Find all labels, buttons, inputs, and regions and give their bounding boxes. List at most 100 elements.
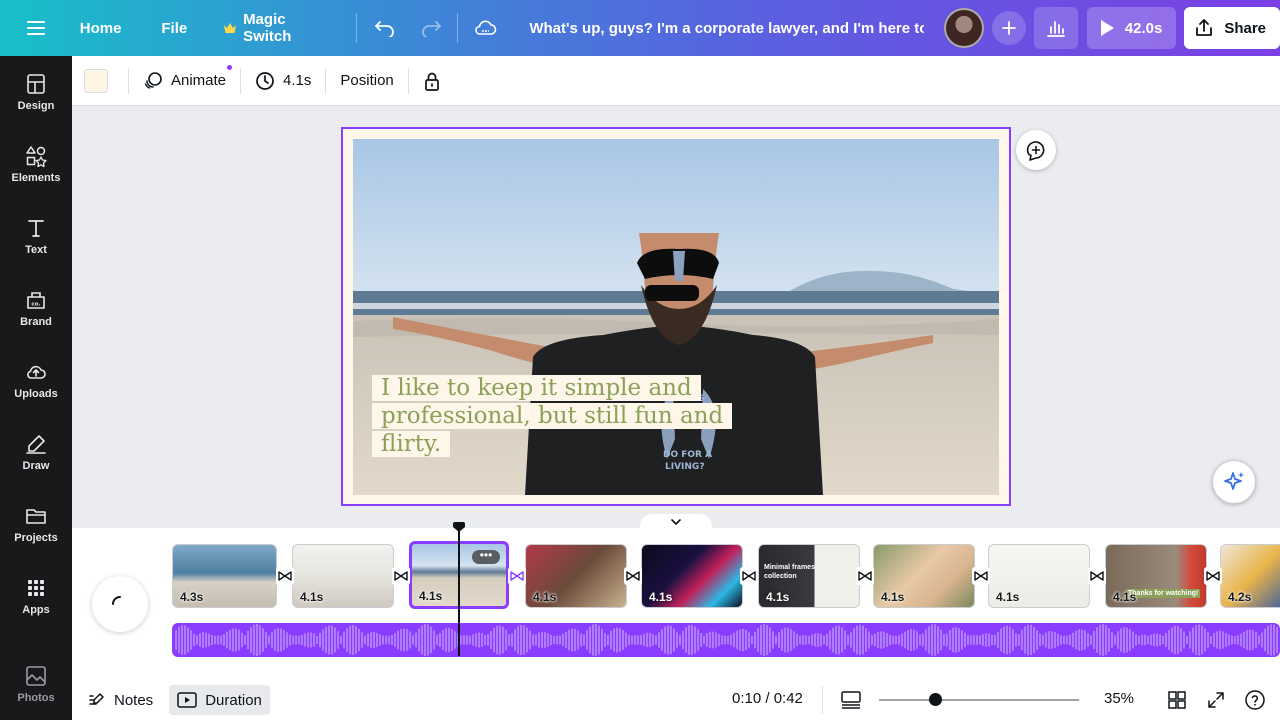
transition-icon[interactable] (624, 567, 642, 585)
timeline-clip[interactable]: 4.1s (988, 544, 1090, 608)
sidebar-item-photos[interactable]: Photos (0, 652, 72, 716)
insights-button[interactable] (1033, 7, 1078, 49)
sidebar-item-elements[interactable]: Elements (0, 132, 72, 196)
apps-grid-icon (28, 580, 44, 596)
divider (128, 67, 129, 94)
notes-pen-icon (89, 693, 104, 705)
duration-toggle-button[interactable]: Duration (169, 685, 270, 715)
avatar[interactable] (944, 8, 985, 48)
sidebar-item-text[interactable]: Text (0, 204, 72, 268)
sidebar-item-projects[interactable]: Projects (0, 492, 72, 556)
clip-duration: 4.2s (1228, 590, 1252, 604)
menu-icon[interactable] (0, 0, 72, 56)
timeline-clip[interactable]: 4.1s (873, 544, 975, 608)
transition-icon[interactable] (1204, 567, 1222, 585)
divider (240, 67, 242, 94)
timeline-clip[interactable]: 4.3s (172, 544, 277, 608)
grid-view-icon[interactable] (1167, 690, 1187, 715)
animate-button[interactable]: Animate (135, 63, 234, 99)
transition-icon[interactable] (276, 567, 294, 585)
chevron-down-icon (671, 519, 681, 525)
sidebar-item-brand[interactable]: co. Brand (0, 276, 72, 340)
play-icon (1100, 20, 1114, 36)
transition-icon[interactable] (740, 567, 758, 585)
duration-toggle-label: Duration (205, 691, 262, 709)
sparkle-icon (1224, 472, 1244, 490)
timeline-clip[interactable]: Thanks for watching! 4.1s (1105, 544, 1207, 608)
page-view-icon[interactable] (840, 690, 862, 715)
context-toolbar: Animate 4.1s Position (72, 56, 1280, 106)
clip-duration: 4.1s (419, 589, 443, 603)
left-sidebar: Design Elements Text co. Brand Uploads D… (0, 56, 72, 720)
transition-icon[interactable] (972, 567, 990, 585)
spinner-icon (112, 596, 121, 605)
timeline-clip[interactable]: 4.1s (525, 544, 627, 608)
file-menu-button[interactable]: File (161, 20, 187, 37)
new-indicator-dot (227, 64, 233, 70)
undo-icon[interactable] (367, 10, 403, 46)
transition-icon[interactable] (508, 567, 526, 585)
home-button[interactable]: Home (80, 20, 122, 37)
sidebar-item-uploads[interactable]: Uploads (0, 348, 72, 412)
pen-icon (26, 435, 46, 454)
sidebar-item-label: Design (17, 100, 55, 112)
transition-icon[interactable] (392, 567, 410, 585)
divider (355, 13, 357, 43)
sidebar-item-label: Projects (14, 532, 58, 544)
position-button[interactable]: Position (332, 63, 401, 99)
shapes-icon (26, 146, 47, 168)
timeline-clip[interactable]: 4.1s (641, 544, 743, 608)
svg-text:LIVING?: LIVING? (665, 462, 705, 472)
clip-more-options-icon[interactable]: ••• (472, 549, 500, 564)
help-icon[interactable] (1244, 689, 1266, 716)
transition-icon[interactable] (856, 567, 874, 585)
zoom-level[interactable]: 35% (1104, 690, 1134, 707)
image-icon (26, 666, 46, 686)
magic-switch-button[interactable]: Magic Switch (223, 11, 338, 45)
sidebar-item-label: Uploads (14, 388, 58, 400)
timeline-clip[interactable]: 4.1s (292, 544, 394, 608)
clip-duration: 4.1s (766, 590, 790, 604)
sidebar-item-label: Text (25, 244, 47, 256)
transition-icon[interactable] (1088, 567, 1106, 585)
sidebar-item-draw[interactable]: Draw (0, 420, 72, 484)
divider (325, 67, 327, 94)
audio-track[interactable] (172, 623, 1280, 657)
playhead[interactable] (458, 528, 460, 656)
share-button[interactable]: Share (1184, 7, 1280, 49)
play-button[interactable]: 42.0s (1086, 7, 1177, 49)
background-color-swatch[interactable] (84, 68, 108, 93)
zoom-slider-handle[interactable] (928, 693, 942, 706)
clip-duration: 4.1s (300, 590, 324, 604)
svg-text:co.: co. (31, 302, 40, 308)
brand-icon: co. (27, 292, 45, 309)
add-collaborator-button[interactable] (992, 11, 1026, 45)
document-title[interactable]: What's up, guys? I'm a corporate lawyer,… (529, 20, 924, 37)
notes-button[interactable]: Notes (80, 685, 161, 715)
sidebar-item-label: Photos (17, 692, 55, 704)
sidebar-item-design[interactable]: Design (0, 60, 72, 124)
video-play-icon (177, 692, 197, 708)
duration-button[interactable]: 4.1s (247, 63, 319, 99)
zoom-slider-track[interactable] (879, 699, 1079, 701)
add-comment-button[interactable] (1016, 130, 1056, 170)
fullscreen-icon[interactable] (1206, 690, 1226, 715)
caption-text-box[interactable]: I like to keep it simple and professiona… (372, 374, 733, 458)
collapse-timeline-button[interactable] (640, 514, 712, 530)
redo-icon[interactable] (413, 10, 449, 46)
play-duration: 42.0s (1124, 19, 1163, 37)
crown-icon (224, 23, 237, 33)
clip-text: Thanks for watching! (1126, 589, 1201, 598)
caption-line: I like to keep it simple and (372, 375, 701, 401)
timeline-clip[interactable]: 4.2s (1220, 544, 1280, 608)
lock-button[interactable] (415, 63, 449, 99)
share-upload-icon (1196, 19, 1213, 36)
sidebar-item-apps[interactable]: Apps (0, 564, 72, 628)
folder-icon (26, 509, 46, 524)
magic-assistant-button[interactable] (1212, 460, 1256, 504)
timeline-clip[interactable]: Minimal frames collection 4.1s (758, 544, 860, 608)
divider (456, 13, 458, 43)
comment-add-icon (1026, 141, 1045, 161)
magic-switch-label: Magic Switch (243, 11, 292, 45)
cloud-saved-icon[interactable] (467, 10, 503, 46)
